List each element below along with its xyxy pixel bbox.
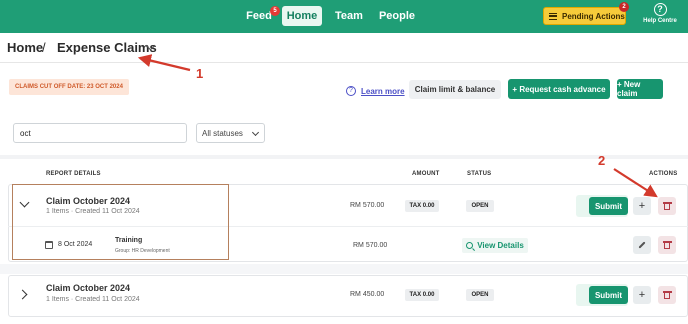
annotation-arrows (137, 54, 658, 198)
annotation-number-1: 1 (196, 66, 204, 81)
annotation-number-2: 2 (598, 153, 606, 168)
annotation-arrow-1 (137, 54, 191, 72)
annotation-arrow-2 (613, 168, 658, 198)
